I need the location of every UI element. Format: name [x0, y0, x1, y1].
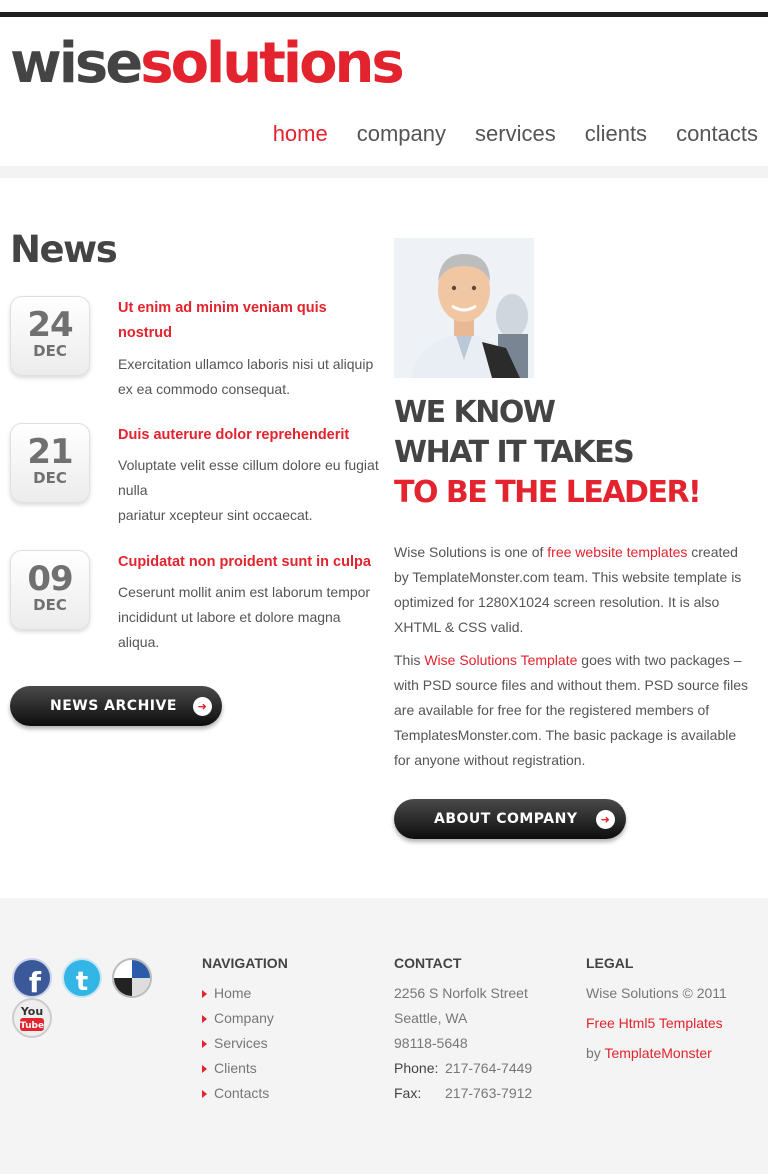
news-text: Voluptate velit esse cillum dolore eu fu…	[118, 453, 383, 528]
footer-nav-contacts[interactable]: Contacts	[202, 1081, 274, 1106]
news-item: 24 DEC Ut enim ad minim veniam quis nost…	[10, 296, 380, 406]
free-html5-templates-link[interactable]: Free Html5 Templates	[586, 1008, 727, 1038]
nav-company[interactable]: company	[357, 121, 446, 147]
intro-paragraph-1: Wise Solutions is one of free website te…	[394, 540, 754, 640]
date-month: DEC	[33, 469, 67, 487]
intro-text: goes with two packages – with PSD source…	[394, 652, 749, 768]
footer-nav-home[interactable]: Home	[202, 981, 274, 1006]
date-month: DEC	[33, 596, 67, 614]
header-separator	[0, 166, 768, 178]
legal-by-row: by TemplateMonster	[586, 1038, 727, 1068]
news-headline[interactable]: Duis auterure dolor reprehenderit	[118, 423, 380, 448]
nav-contacts[interactable]: contacts	[676, 121, 758, 147]
twitter-icon[interactable]: t	[62, 958, 102, 998]
date-day: 21	[27, 432, 73, 472]
fax-value: 217-763-7912	[445, 1085, 533, 1101]
nav-services[interactable]: services	[475, 121, 556, 147]
news-text-line: pariatur xcepteur sint occaecat.	[118, 507, 313, 523]
svg-text:Tube: Tube	[20, 1021, 44, 1031]
top-bar	[0, 12, 768, 17]
news-title: News	[10, 228, 118, 271]
slogan-line-highlight: TO BE THE LEADER!	[394, 475, 702, 510]
date-badge: 24 DEC	[10, 296, 90, 376]
news-archive-button[interactable]: NEWS ARCHIVE ➜	[10, 686, 222, 726]
intro-text: This	[394, 652, 425, 668]
logo[interactable]: wisesolutions	[10, 36, 405, 92]
template-link[interactable]: Wise Solutions Template	[424, 652, 577, 668]
footer-legal-heading: LEGAL	[586, 955, 634, 971]
date-month: DEC	[33, 342, 67, 360]
contact-zip: 98118-5648	[394, 1035, 468, 1051]
footer-nav-services[interactable]: Services	[202, 1031, 274, 1056]
intro-text: Wise Solutions is one of	[394, 544, 548, 560]
footer-nav-clients[interactable]: Clients	[202, 1056, 274, 1081]
free-templates-link[interactable]: free website templates	[547, 544, 687, 560]
slogan: WE KNOW WHAT IT TAKES TO BE THE LEADER!	[394, 393, 702, 513]
contact-fax-row: Fax: 217-763-7912	[394, 1081, 532, 1106]
businessman-illustration	[394, 238, 534, 378]
footer-nav-list: Home Company Services Clients Contacts	[202, 981, 274, 1106]
news-text: Exercitation ullamco laboris nisi ut ali…	[118, 356, 374, 397]
legal-copyright: Wise Solutions © 2011	[586, 985, 727, 1001]
svg-text:t: t	[76, 967, 88, 997]
about-company-label: ABOUT COMPANY	[434, 811, 578, 827]
news-text: Ceserunt mollit anim est laborum tempor …	[118, 584, 371, 650]
date-day: 24	[27, 305, 73, 345]
news-headline[interactable]: Ut enim ad minim veniam quis nostrud	[118, 296, 380, 346]
news-headline[interactable]: Cupidatat non proident sunt in culpa	[118, 550, 380, 575]
legal-by: by	[586, 1045, 605, 1061]
footer-contact: 2256 S Norfolk Street Seattle, WA 98118-…	[394, 981, 532, 1106]
slogan-line: WHAT IT TAKES	[394, 435, 635, 470]
footer-contact-heading: CONTACT	[394, 955, 462, 971]
footer-legal: Wise Solutions © 2011 Free Html5 Templat…	[586, 978, 727, 1068]
svg-text:f: f	[29, 966, 42, 999]
facebook-icon[interactable]: f	[12, 958, 52, 999]
date-badge: 21 DEC	[10, 423, 90, 503]
contact-city: Seattle, WA	[394, 1010, 468, 1026]
news-archive-label: NEWS ARCHIVE	[50, 698, 177, 714]
logo-solutions: solutions	[140, 31, 405, 96]
templatemonster-link[interactable]: TemplateMonster	[604, 1045, 711, 1061]
news-text-line: Voluptate velit esse cillum dolore eu fu…	[118, 457, 379, 498]
date-badge: 09 DEC	[10, 550, 90, 630]
svg-text:You: You	[20, 1005, 43, 1018]
arrow-right-icon: ➜	[193, 697, 212, 716]
footer-nav-heading: NAVIGATION	[202, 955, 288, 971]
logo-wise: wise	[10, 31, 143, 96]
arrow-right-icon: ➜	[596, 810, 615, 829]
phone-label: Phone:	[394, 1060, 439, 1076]
about-company-button[interactable]: ABOUT COMPANY ➜	[394, 799, 626, 839]
fax-label: Fax:	[394, 1085, 422, 1101]
contact-phone-row: Phone: 217-764-7449	[394, 1056, 532, 1081]
nav-clients[interactable]: clients	[585, 121, 647, 147]
contact-street: 2256 S Norfolk Street	[394, 985, 528, 1001]
social-icon-set: f t You Tube	[12, 958, 152, 1038]
news-item: 21 DEC Duis auterure dolor reprehenderit…	[10, 423, 380, 533]
footer-nav-company[interactable]: Company	[202, 1006, 274, 1031]
main-nav: home company services clients contacts	[273, 121, 758, 147]
news-item: 09 DEC Cupidatat non proident sunt in cu…	[10, 550, 380, 660]
slogan-line: WE KNOW	[394, 395, 556, 430]
phone-value: 217-764-7449	[445, 1060, 533, 1076]
nav-home[interactable]: home	[273, 121, 328, 147]
businessman-photo	[394, 238, 534, 378]
delicious-icon[interactable]	[112, 958, 152, 998]
intro-paragraph-2: This Wise Solutions Template goes with t…	[394, 648, 754, 773]
date-day: 09	[27, 559, 73, 599]
social-icons: f t You Tube	[12, 958, 162, 1045]
youtube-icon[interactable]: You Tube	[12, 998, 52, 1038]
